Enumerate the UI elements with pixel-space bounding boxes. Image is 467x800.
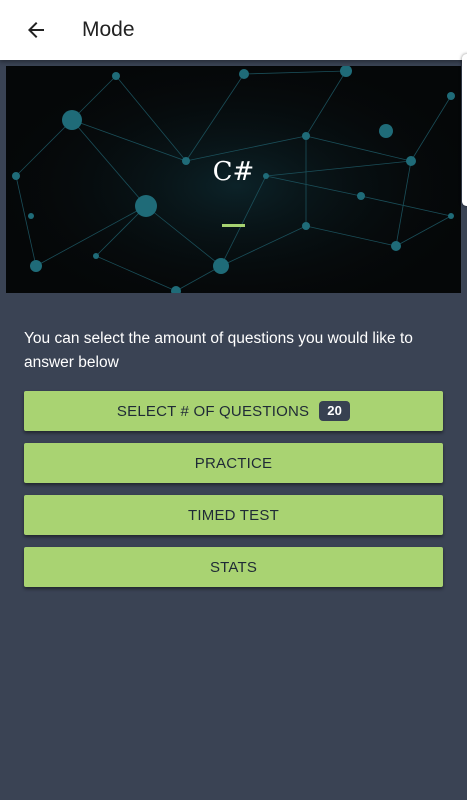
select-questions-button[interactable]: SELECT # OF QUESTIONS 20 <box>24 391 443 431</box>
app-screen: Mode C# You can select the amount of que… <box>0 0 467 800</box>
stats-button[interactable]: STATS <box>24 547 443 587</box>
instructions-text: You can select the amount of questions y… <box>24 330 413 371</box>
title-accent-line <box>222 224 245 227</box>
question-count-badge: 20 <box>319 401 351 421</box>
timed-test-label: TIMED TEST <box>188 506 279 524</box>
back-button[interactable] <box>16 12 56 48</box>
topic-title: C# <box>212 157 255 187</box>
topic-banner: C# <box>6 66 461 293</box>
scroll-indicator <box>462 54 467 206</box>
stats-label: STATS <box>209 558 258 576</box>
practice-label: PRACTICE <box>194 454 273 472</box>
select-questions-label: SELECT # OF QUESTIONS <box>116 402 310 420</box>
arrow-left-icon <box>28 22 44 38</box>
practice-button[interactable]: PRACTICE <box>24 443 443 483</box>
app-bar: Mode <box>0 0 467 60</box>
timed-test-button[interactable]: TIMED TEST <box>24 495 443 535</box>
page-title: Mode <box>82 18 135 41</box>
